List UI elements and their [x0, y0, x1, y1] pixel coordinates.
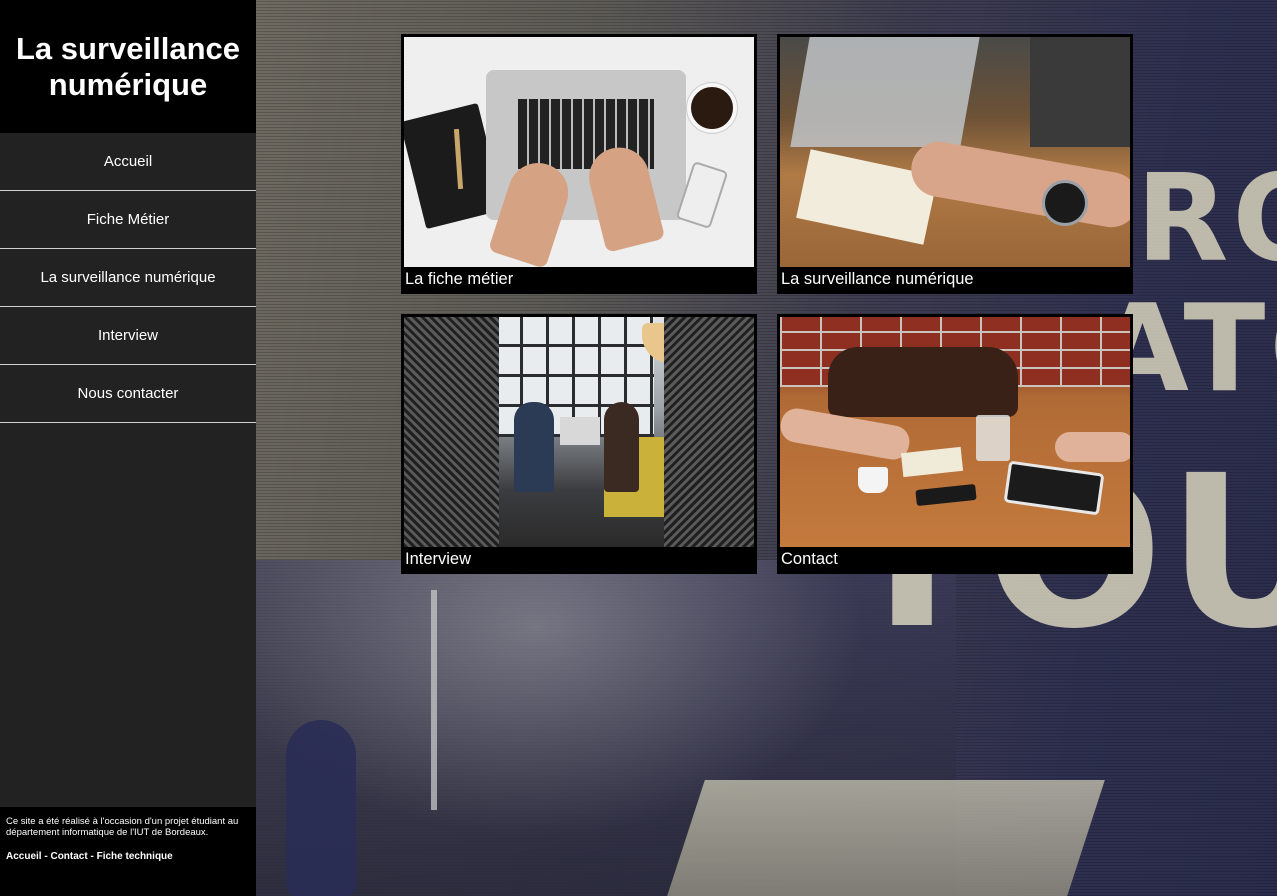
footer-links: Accueil - Contact - Fiche technique — [6, 851, 250, 862]
nav-item-fiche-metier[interactable]: Fiche Métier — [0, 191, 256, 249]
arm-shape — [1055, 432, 1130, 462]
tile-caption: La fiche métier — [405, 270, 514, 288]
tile-image-office — [404, 317, 754, 547]
nav-item-interview[interactable]: Interview — [0, 307, 256, 365]
glass-shape — [976, 415, 1010, 461]
coffee-cup-shape — [858, 467, 888, 493]
coffee-cup-shape — [687, 83, 737, 133]
nav-item-accueil[interactable]: Accueil — [0, 133, 256, 191]
sleeve-shape — [1030, 37, 1130, 147]
tile-caption: La surveillance numérique — [781, 270, 974, 288]
footer-link-contact[interactable]: Contact — [50, 851, 87, 862]
tile-surveillance[interactable]: La surveillance numérique — [777, 34, 1133, 294]
laptop-shape — [790, 37, 980, 147]
sidebar: La surveillance numérique Accueil Fiche … — [0, 0, 256, 896]
tile-caption: Contact — [781, 550, 838, 568]
footer-text: Ce site a été réalisé à l'occasion d'un … — [6, 816, 239, 838]
tile-interview[interactable]: Interview — [401, 314, 757, 574]
footer: Ce site a été réalisé à l'occasion d'un … — [0, 807, 256, 896]
laptop-shape — [560, 417, 600, 445]
background-barrier — [667, 780, 1105, 896]
watch-shape — [1042, 180, 1088, 226]
main-nav: Accueil Fiche Métier La surveillance num… — [0, 133, 256, 423]
background-person — [286, 720, 356, 896]
person-shape — [514, 402, 554, 492]
nav-item-surveillance[interactable]: La surveillance numérique — [0, 249, 256, 307]
booth-shape — [404, 317, 499, 547]
phone-shape — [915, 483, 977, 507]
bag-shape — [828, 347, 1018, 417]
tile-fiche-metier[interactable]: La fiche métier — [401, 34, 757, 294]
background-lamp-post — [431, 590, 437, 810]
arm-shape — [906, 137, 1130, 232]
tile-image-laptop — [404, 37, 754, 267]
tile-caption: Interview — [405, 550, 472, 568]
booth-shape — [664, 317, 754, 547]
nav-item-contact[interactable]: Nous contacter — [0, 365, 256, 423]
tile-contact[interactable]: Contact — [777, 314, 1133, 574]
notebook-shape — [900, 446, 964, 478]
tile-image-cafe — [780, 317, 1130, 547]
site-title: La surveillance numérique — [15, 30, 240, 102]
tablet-shape — [1003, 460, 1105, 516]
footer-link-accueil[interactable]: Accueil — [6, 851, 42, 862]
site-header: La surveillance numérique — [0, 0, 256, 133]
tile-image-writing — [780, 37, 1130, 267]
footer-link-fiche-technique[interactable]: Fiche technique — [97, 851, 173, 862]
footer-separator: - — [87, 851, 97, 862]
background-word: RO — [1136, 150, 1277, 289]
person-shape — [604, 402, 639, 492]
